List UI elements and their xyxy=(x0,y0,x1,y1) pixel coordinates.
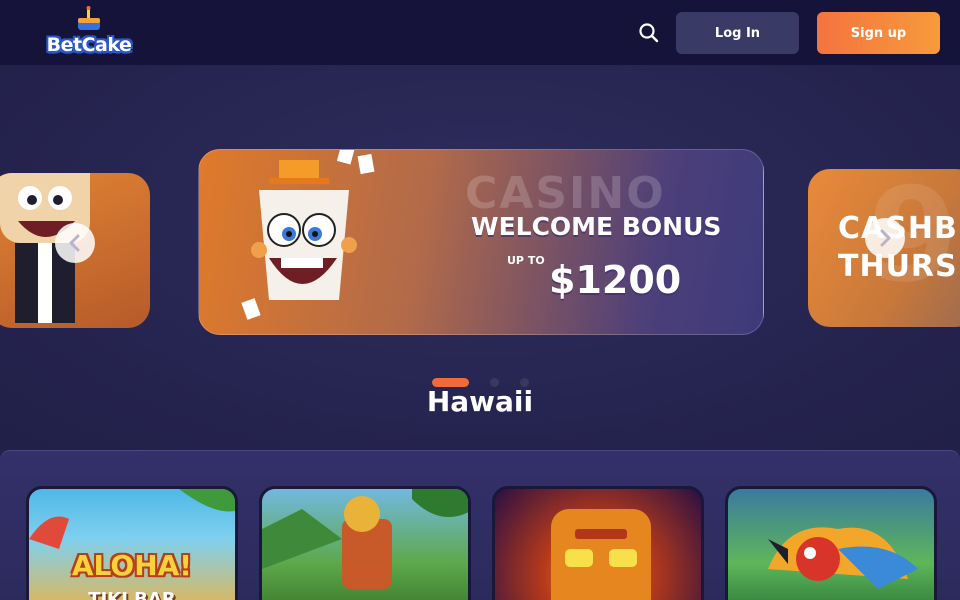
carousel-prev-button[interactable] xyxy=(55,223,95,263)
promo-slide-welcome-bonus[interactable]: CASINO WELCOME BONUS UP TO $1200 xyxy=(198,149,764,335)
game-card-4[interactable] xyxy=(725,486,937,600)
carousel-next-button[interactable] xyxy=(865,218,905,258)
logo-text: BetCake xyxy=(46,34,132,56)
game-card-aloha-tiki-bar[interactable]: ALOHA! TIKI BAR xyxy=(26,486,238,600)
game-thumbnail-art xyxy=(768,527,918,589)
top-header: BetCake Log In Sign up xyxy=(0,0,960,65)
betcake-logo[interactable]: BetCake xyxy=(44,4,134,64)
chevron-left-icon xyxy=(69,234,80,252)
cake-icon xyxy=(78,6,100,30)
game-title: ALOHA! xyxy=(71,549,193,582)
section-title: Hawaii xyxy=(426,385,534,418)
login-button[interactable]: Log In xyxy=(676,12,799,54)
signup-button[interactable]: Sign up xyxy=(817,12,940,54)
slide-upto-label: UP TO xyxy=(507,254,545,267)
search-icon[interactable] xyxy=(636,20,662,46)
game-thumbnail-art xyxy=(29,489,235,549)
game-thumbnail-art xyxy=(551,509,651,600)
game-card-2[interactable] xyxy=(259,486,471,600)
slide-bonus-amount: $1200 xyxy=(549,258,682,302)
game-card-3[interactable] xyxy=(492,486,704,600)
chevron-right-icon xyxy=(880,229,891,247)
game-thumbnail-art xyxy=(262,489,468,589)
slide-title-line2: THURS xyxy=(838,249,958,284)
game-subtitle: TIKI BAR xyxy=(88,589,176,600)
mascot-cake-illustration xyxy=(241,150,375,320)
slide-title: WELCOME BONUS xyxy=(471,212,722,241)
